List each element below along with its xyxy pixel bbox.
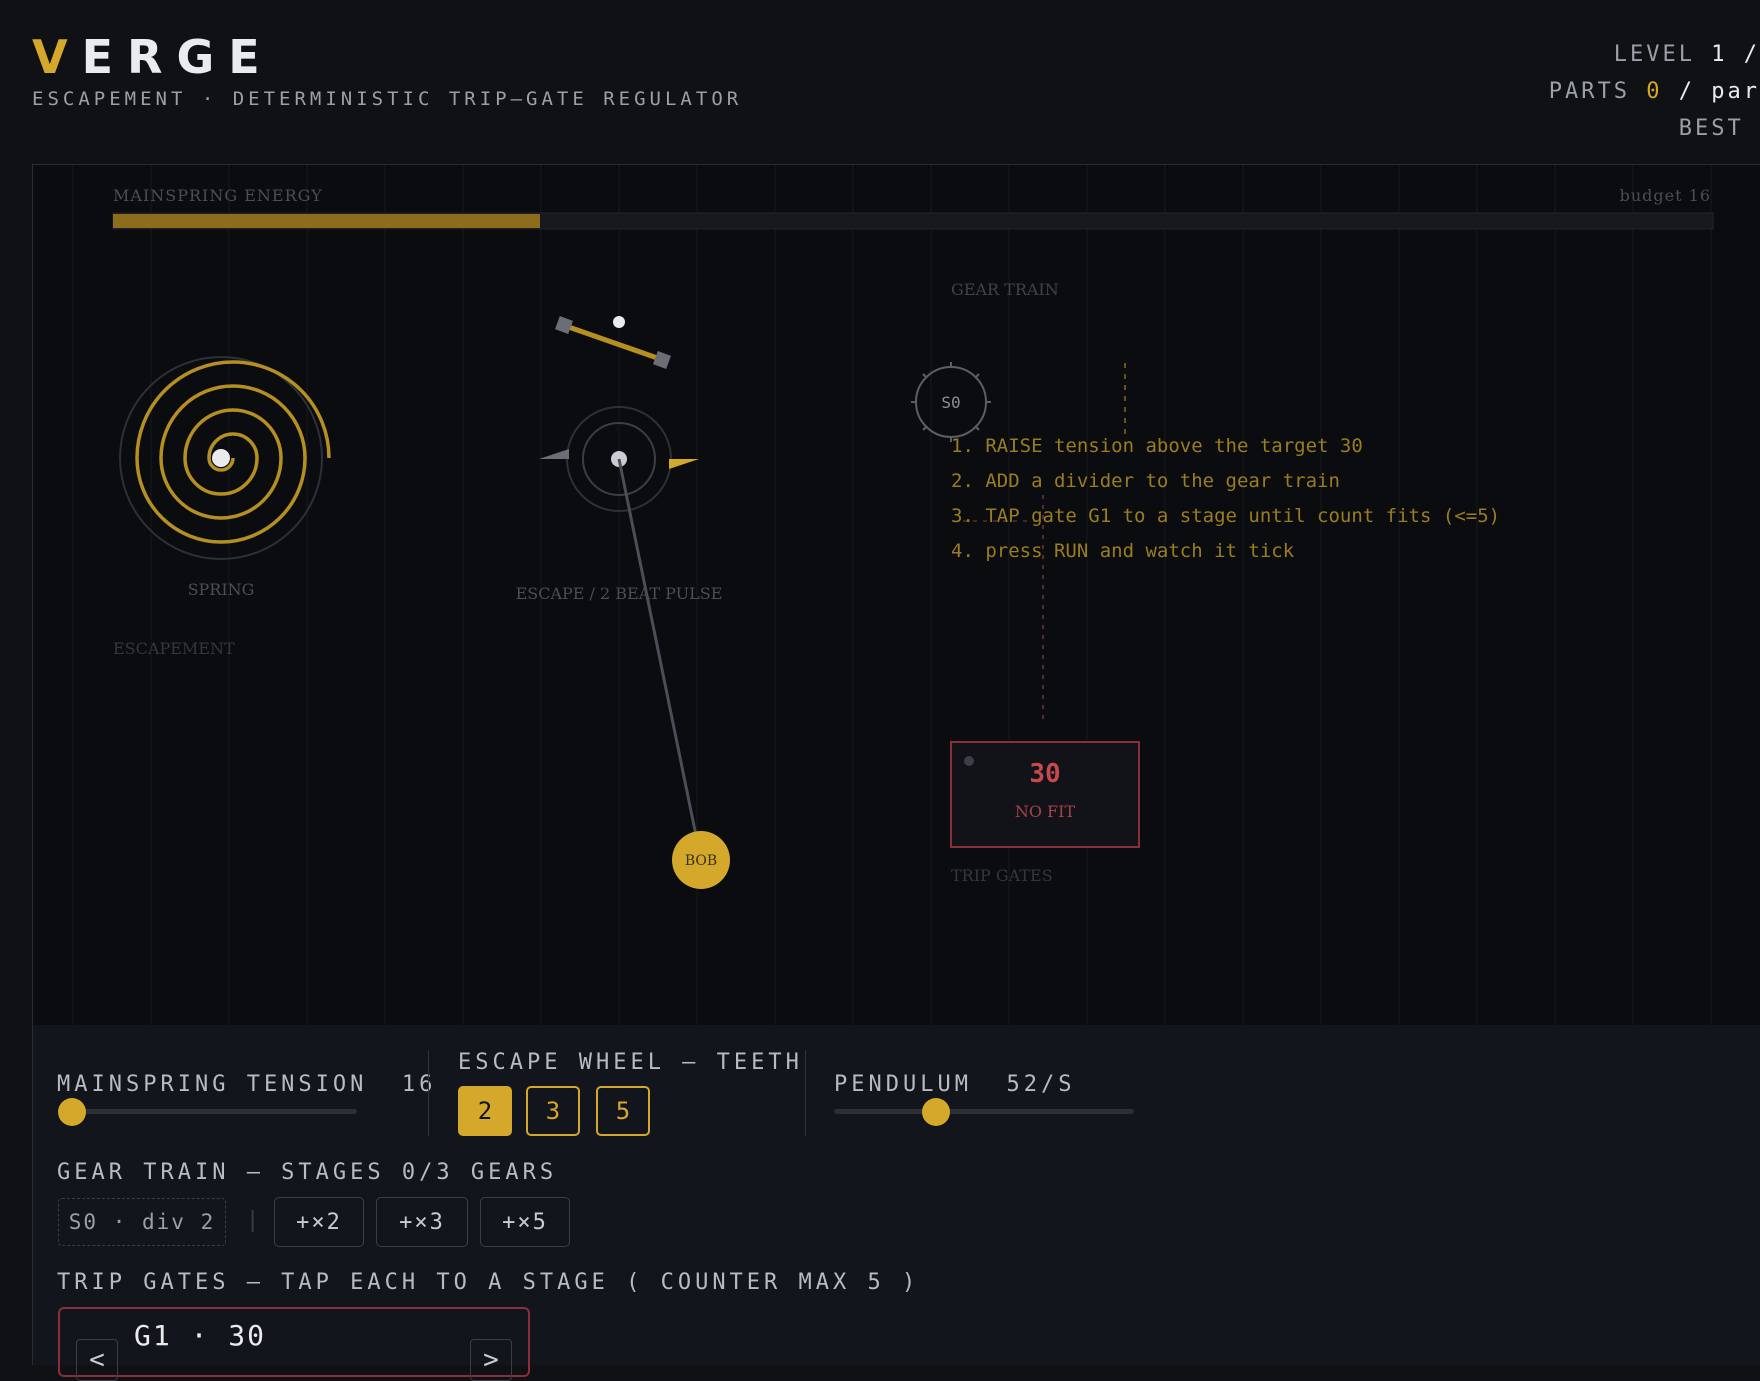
app-logo: VERGE bbox=[32, 30, 274, 84]
grid-lines bbox=[72, 165, 1712, 1025]
tension-label: MAINSPRING TENSION bbox=[57, 1072, 368, 1097]
add-gear-x3-button[interactable]: +×3 bbox=[376, 1197, 468, 1247]
hud-level: LEVEL 1 / bbox=[1520, 36, 1760, 73]
energy-fill bbox=[113, 214, 540, 228]
verge-crutch bbox=[555, 316, 671, 369]
parts-par: / par bbox=[1678, 79, 1760, 104]
parts-label: PARTS bbox=[1548, 79, 1631, 104]
trip-gates-label: TRIP GATES bbox=[951, 866, 1053, 885]
level-value: 1 / bbox=[1711, 42, 1760, 67]
gate-count: 30 bbox=[1029, 759, 1060, 789]
best-label: BEST bbox=[1678, 116, 1744, 141]
gate-card-g1[interactable]: < G1 · 30 > bbox=[58, 1307, 530, 1381]
pendulum-value: 52/S bbox=[1006, 1072, 1076, 1097]
gate-name: G1 · 30 bbox=[134, 1319, 267, 1352]
stage-separator: | bbox=[246, 1208, 264, 1233]
divider bbox=[428, 1050, 429, 1136]
trip-gates-heading: TRIP GATES — TAP EACH TO A STAGE ( COUNT… bbox=[57, 1270, 920, 1295]
hud-parts: PARTS 0 / par bbox=[1520, 73, 1760, 110]
game-board: MAINSPRING ENERGY budget 16 SPRING ESCAP… bbox=[32, 164, 1760, 1026]
logo-text: ERGE bbox=[81, 30, 274, 84]
instruction-4: 4. press RUN and watch it tick bbox=[951, 540, 1295, 562]
gear-train-heading: GEAR TRAIN — STAGES 0/3 GEARS bbox=[57, 1160, 558, 1185]
bob-label: BOB bbox=[685, 853, 717, 869]
board-canvas: MAINSPRING ENERGY budget 16 SPRING ESCAP… bbox=[72, 165, 1714, 1025]
gate-prev-button[interactable]: < bbox=[76, 1339, 118, 1381]
energy-label: MAINSPRING ENERGY bbox=[113, 186, 323, 205]
add-gear-x2-button[interactable]: +×2 bbox=[274, 1197, 364, 1247]
escape-label: ESCAPE / 2 BEAT PULSE bbox=[516, 584, 723, 603]
tension-slider-track[interactable] bbox=[72, 1109, 357, 1114]
teeth-5-button[interactable]: 5 bbox=[596, 1086, 650, 1136]
divider bbox=[805, 1050, 806, 1136]
pendulum-group: PENDULUM 52/S bbox=[834, 1072, 1075, 1097]
instruction-2: 2. ADD a divider to the gear train bbox=[951, 470, 1340, 492]
parts-value: 0 bbox=[1646, 79, 1663, 104]
logo-accent-letter: V bbox=[32, 30, 82, 84]
budget-label: budget 16 bbox=[1620, 186, 1711, 205]
instruction-3: 3. TAP gate G1 to a stage until count fi… bbox=[951, 505, 1500, 527]
trip-gate-g1[interactable] bbox=[950, 741, 1140, 848]
teeth-2-button[interactable]: 2 bbox=[458, 1086, 512, 1136]
gate-status: NO FIT bbox=[1015, 802, 1076, 821]
escapement-label: ESCAPEMENT bbox=[113, 639, 235, 658]
app-subtitle: ESCAPEMENT · DETERMINISTIC TRIP–GATE REG… bbox=[32, 88, 743, 110]
gear-stage-label: S0 bbox=[941, 393, 960, 412]
hud-best: BEST bbox=[1520, 110, 1760, 147]
gear-train-label: GEAR TRAIN bbox=[951, 280, 1059, 299]
instruction-1: 1. RAISE tension above the target 30 bbox=[951, 435, 1363, 457]
teeth-3-button[interactable]: 3 bbox=[526, 1086, 580, 1136]
tension-group: MAINSPRING TENSION 16 bbox=[57, 1072, 436, 1097]
pendulum[interactable] bbox=[617, 458, 730, 889]
hud-panel: LEVEL 1 / PARTS 0 / par BEST bbox=[1520, 36, 1760, 147]
tension-slider-knob[interactable] bbox=[58, 1098, 86, 1126]
gate-next-button[interactable]: > bbox=[470, 1339, 512, 1381]
spring-label: SPRING bbox=[188, 580, 255, 599]
tension-value: 16 bbox=[401, 1072, 437, 1097]
instructions: 1. RAISE tension above the target 30 2. … bbox=[951, 435, 1500, 562]
escape-wheel-label: ESCAPE WHEEL — TEETH bbox=[458, 1050, 803, 1075]
stage-chip[interactable]: S0 · div 2 bbox=[58, 1198, 226, 1246]
pendulum-label: PENDULUM bbox=[834, 1072, 972, 1097]
pendulum-slider-knob[interactable] bbox=[922, 1098, 950, 1126]
add-gear-x5-button[interactable]: +×5 bbox=[480, 1197, 570, 1247]
pendulum-slider-track[interactable] bbox=[834, 1109, 1134, 1114]
level-label: LEVEL bbox=[1613, 42, 1695, 67]
